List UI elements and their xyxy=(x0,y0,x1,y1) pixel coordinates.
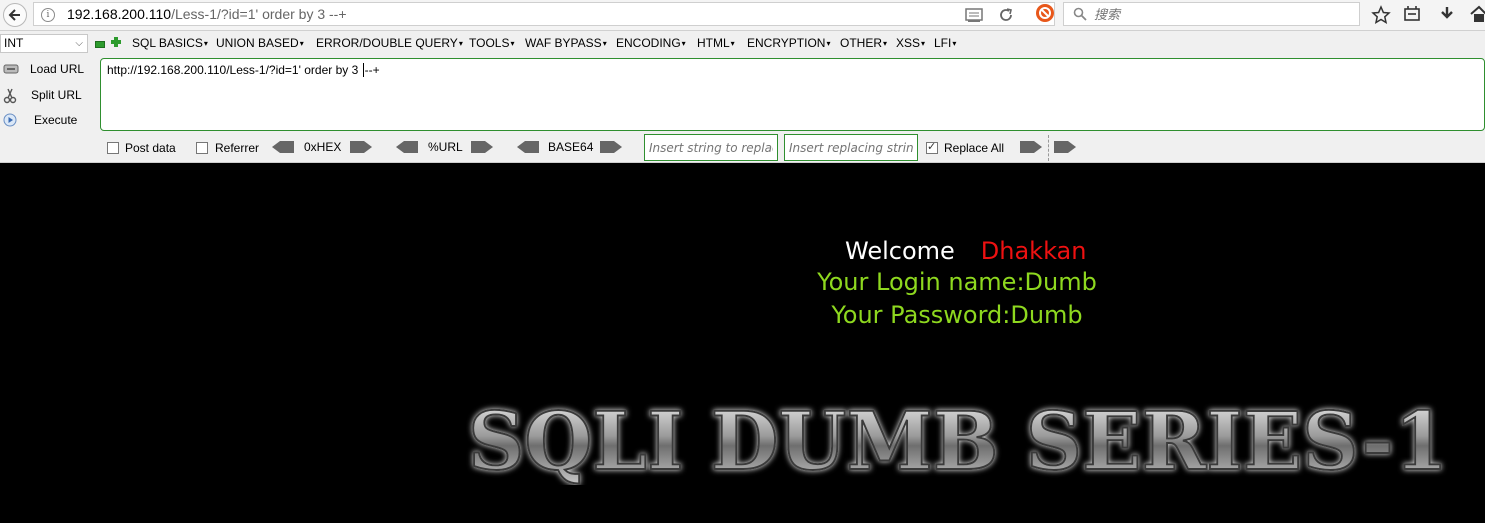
search-input[interactable] xyxy=(1092,5,1346,25)
url-encode-arrow-icon[interactable] xyxy=(471,141,493,153)
info-icon[interactable]: i xyxy=(41,8,55,22)
url-path: /Less-1/?id=1' order by 3 --+ xyxy=(171,6,347,22)
search-bar[interactable] xyxy=(1063,2,1360,26)
menu-union-based[interactable]: UNION BASED xyxy=(216,36,304,50)
search-icon xyxy=(1073,7,1087,21)
url-textarea[interactable]: http://192.168.200.110/Less-1/?id=1' ord… xyxy=(100,58,1485,131)
sqli-dumb-series-banner: SQLI DUMB SERIES-1 xyxy=(467,395,1449,485)
back-arrow-icon xyxy=(8,9,20,21)
download-icon[interactable] xyxy=(1438,5,1456,23)
play-icon xyxy=(3,113,17,127)
menu-html[interactable]: HTML xyxy=(697,36,735,50)
url-encode-label: %URL xyxy=(428,140,463,154)
type-select-value: INT xyxy=(4,36,24,50)
url-host: 192.168.200.110 xyxy=(67,6,172,22)
password-text: Your Password:Dumb xyxy=(831,301,1083,329)
split-url-label: Split URL xyxy=(31,88,82,102)
hackbar-panel: INT ⌵ SQL BASICS UNION BASED ERROR/DOUBL… xyxy=(0,31,1485,163)
user-name: Dhakkan xyxy=(980,237,1087,265)
reload-icon[interactable] xyxy=(998,7,1014,23)
minus-icon[interactable] xyxy=(95,41,105,48)
page-content: Welcome Dhakkan Your Login name:Dumb Your… xyxy=(0,163,1485,523)
address-bar[interactable]: i 192.168.200.110/Less-1/?id=1' order by… xyxy=(33,2,1055,26)
replacing-string-input[interactable] xyxy=(784,134,918,161)
menu-error-double-query[interactable]: ERROR/DOUBLE QUERY xyxy=(316,36,463,50)
scissors-icon xyxy=(3,88,17,104)
execute-button[interactable]: Execute xyxy=(0,109,95,131)
referrer-label: Referrer xyxy=(215,141,260,155)
block-icon xyxy=(1039,7,1051,19)
split-url-button[interactable]: Split URL xyxy=(0,84,95,106)
base64-label: BASE64 xyxy=(548,140,594,154)
menu-tools[interactable]: TOOLS xyxy=(469,36,514,50)
extension-icon[interactable] xyxy=(1036,4,1054,22)
hex-decode-arrow-icon[interactable] xyxy=(272,141,294,153)
url-value-part-1: http://192.168.200.110/Less-1/?id=1' ord… xyxy=(107,63,362,77)
menu-other[interactable]: OTHER xyxy=(840,36,887,50)
home-icon[interactable] xyxy=(1470,5,1485,23)
menu-xss[interactable]: XSS xyxy=(896,36,925,50)
hex-encode-arrow-icon[interactable] xyxy=(350,141,372,153)
replace-string-input[interactable] xyxy=(644,134,778,161)
divider xyxy=(1048,135,1049,161)
banner-text: SQLI DUMB SERIES-1 xyxy=(468,395,1448,485)
plus-icon[interactable] xyxy=(111,37,121,47)
execute-label: Execute xyxy=(34,113,78,127)
load-url-label: Load URL xyxy=(30,62,85,76)
back-button[interactable] xyxy=(3,3,27,27)
text-caret xyxy=(362,63,364,77)
referrer-checkbox[interactable] xyxy=(196,142,208,154)
menu-lfi[interactable]: LFI xyxy=(934,36,956,50)
replace-all-label: Replace All xyxy=(944,141,1005,155)
replace-arrow-icon[interactable] xyxy=(1020,141,1042,153)
post-data-label: Post data xyxy=(125,141,176,155)
base64-decode-arrow-icon[interactable] xyxy=(517,141,539,153)
welcome-line: Welcome Dhakkan xyxy=(845,237,1086,265)
menu-encoding[interactable]: ENCODING xyxy=(616,36,686,50)
menu-sql-basics[interactable]: SQL BASICS xyxy=(132,36,208,50)
hex-label: 0xHEX xyxy=(304,140,342,154)
welcome-text: Welcome xyxy=(845,237,955,265)
bookmark-star-icon[interactable] xyxy=(1371,5,1391,25)
login-name-text: Your Login name:Dumb xyxy=(817,268,1097,296)
address-text[interactable]: 192.168.200.110/Less-1/?id=1' order by 3… xyxy=(67,6,347,22)
load-url-icon xyxy=(3,64,19,74)
post-data-checkbox[interactable] xyxy=(107,142,119,154)
base64-encode-arrow-icon[interactable] xyxy=(600,141,622,153)
replace-all-checkbox[interactable] xyxy=(926,140,938,154)
library-icon[interactable] xyxy=(1403,5,1421,23)
url-value-part-2: --+ xyxy=(364,63,380,77)
load-url-button[interactable]: Load URL xyxy=(0,58,95,80)
reader-view-icon[interactable] xyxy=(965,7,983,23)
chevron-down-icon: ⌵ xyxy=(75,38,83,49)
browser-toolbar: i 192.168.200.110/Less-1/?id=1' order by… xyxy=(0,0,1485,31)
menu-encryption[interactable]: ENCRYPTION xyxy=(747,36,830,50)
url-decode-arrow-icon[interactable] xyxy=(396,141,418,153)
menu-waf-bypass[interactable]: WAF BYPASS xyxy=(525,36,607,50)
replace-back-arrow-icon[interactable] xyxy=(1054,141,1076,153)
type-select[interactable]: INT ⌵ xyxy=(0,34,88,53)
